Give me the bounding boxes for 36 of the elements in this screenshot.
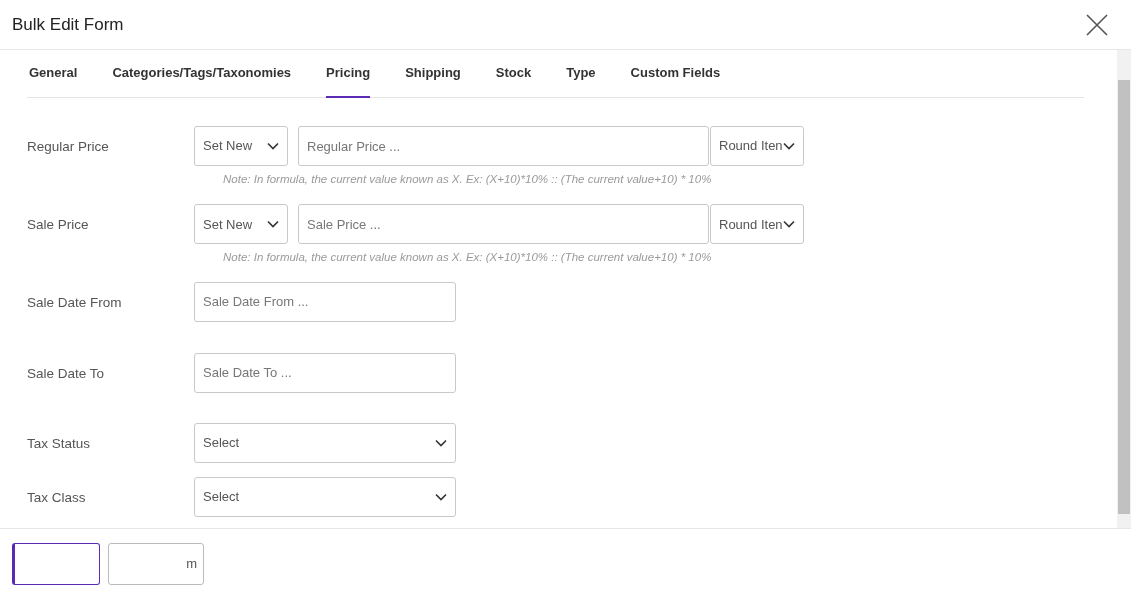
field-label: Sale Date From [27,293,123,312]
tab[interactable]: Categories/Tags/Taxonomies [112,50,292,98]
chevron-down-icon [783,220,795,229]
date-input[interactable]: Sale Date From ... [194,281,456,322]
tab[interactable]: Pricing [326,50,371,98]
chevron-down-icon [267,220,279,229]
select-dropdown[interactable]: Select [194,422,456,463]
field-label: Tax Status [27,434,92,453]
operator-dropdown[interactable]: Set New [194,204,288,245]
chevron-down-icon [435,492,447,501]
modal-title: Bulk Edit Form [12,13,124,36]
chevron-down-icon [435,438,447,447]
rounding-dropdown[interactable]: Round Iten [710,204,804,245]
formula-note: Note: In formula, the current value known as X. Ex: (X+10)*10% :: (The current value+10) * 10% [223,250,713,266]
select-dropdown[interactable]: Select [194,476,456,517]
price-input[interactable]: Sale Price ... [298,204,709,245]
price-input[interactable]: Regular Price ... [298,126,709,166]
tab[interactable]: Stock [495,50,532,98]
secondary-button[interactable]: m [108,543,204,585]
formula-note: Note: In formula, the current value known as X. Ex: (X+10)*10% :: (The current value+10) * 10% [223,172,713,187]
rounding-dropdown[interactable]: Round Iten [710,126,804,166]
operator-dropdown[interactable]: Set New [194,126,288,166]
field-label: Sale Price [27,216,90,235]
scrollbar[interactable] [1117,50,1131,528]
chevron-down-icon [267,142,279,150]
primary-button[interactable] [12,543,100,585]
chevron-down-icon [783,142,795,150]
field-label: Tax Class [27,488,87,507]
tab[interactable]: Custom Fields [630,50,721,98]
tab[interactable]: General [29,50,78,98]
tab[interactable]: Shipping [405,50,461,98]
field-label: Regular Price [27,138,110,156]
tab[interactable]: Type [566,50,596,98]
close-icon[interactable] [1085,12,1109,37]
date-input[interactable]: Sale Date To ... [194,352,456,393]
field-label: Sale Date To [27,364,106,383]
